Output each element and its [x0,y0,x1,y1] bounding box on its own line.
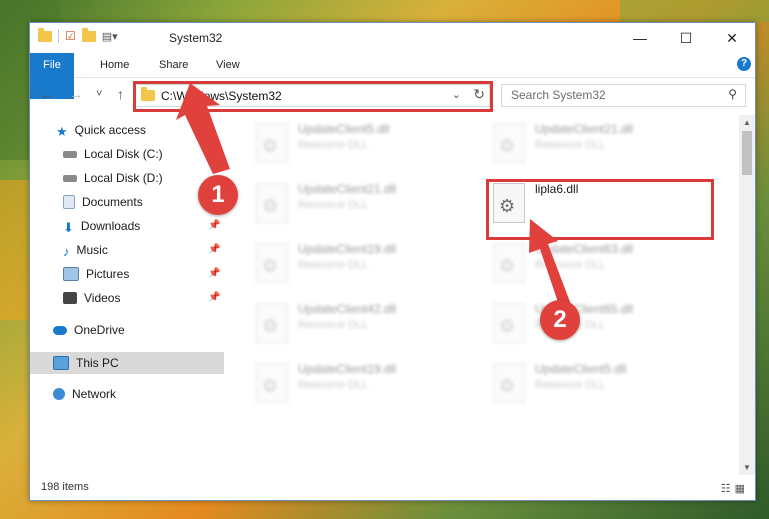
annotation-arrows [176,83,575,320]
step-2-badge: 2 [540,300,580,340]
step-1-badge: 1 [198,175,238,215]
arrow-1 [176,83,230,174]
explorer-window: ☑ ▤▾ System32 — ☐ ✕ File Home Share View… [29,22,756,501]
